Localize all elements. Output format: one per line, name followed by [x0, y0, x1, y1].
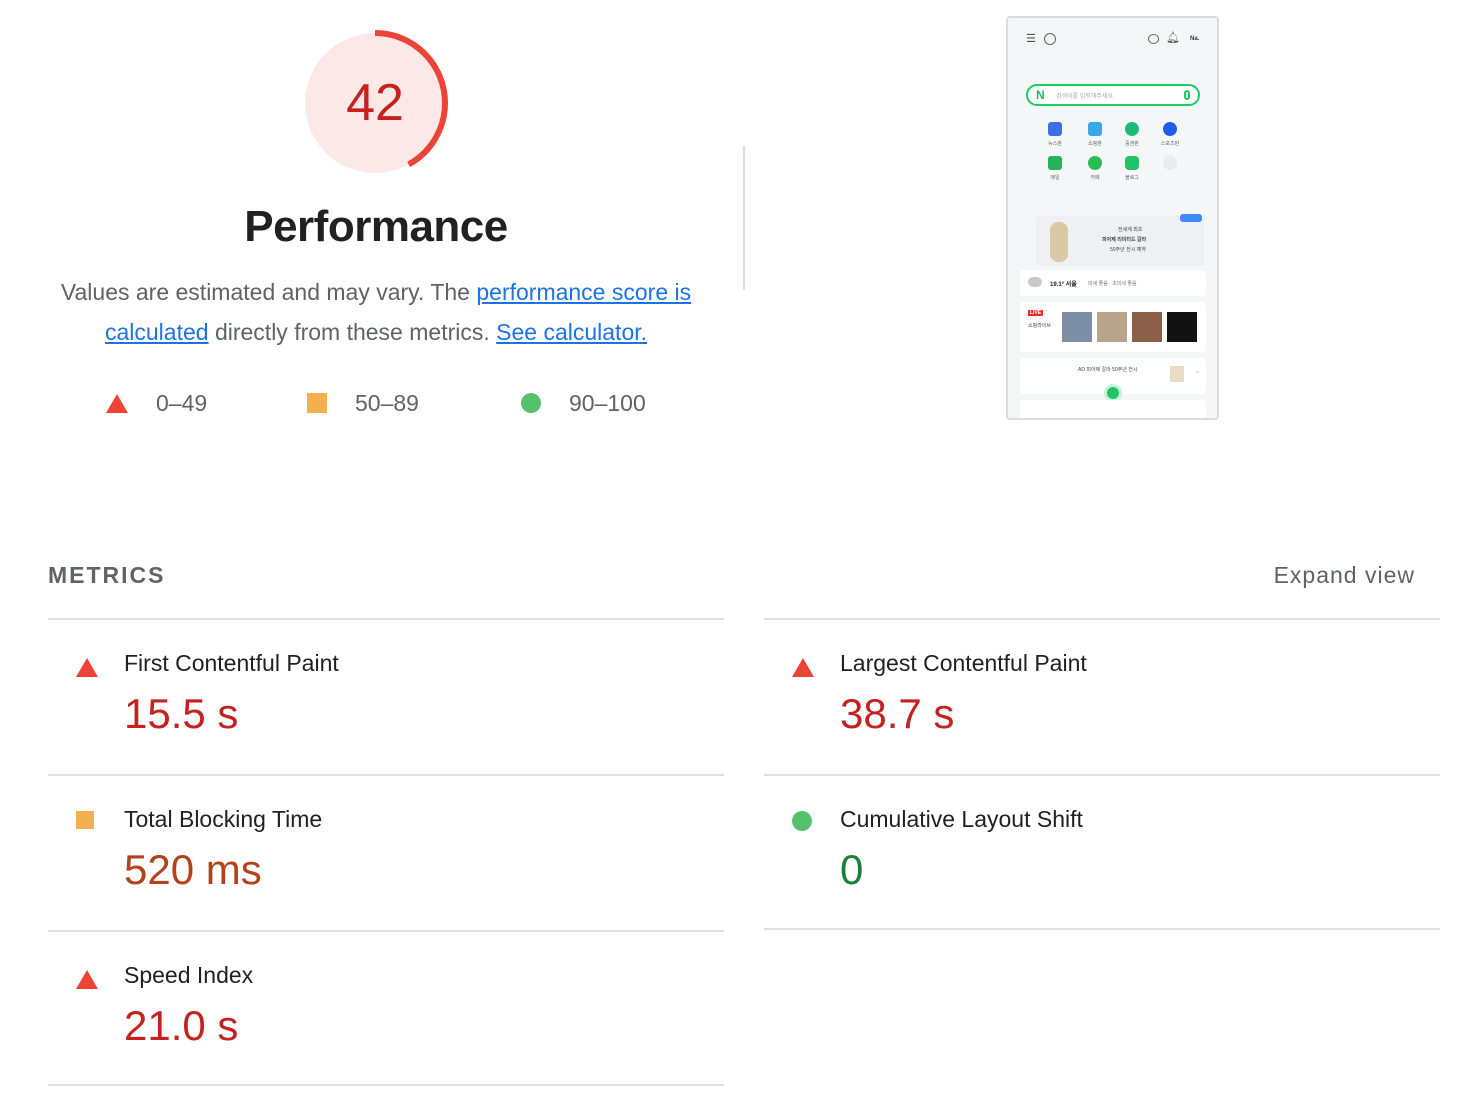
ad-close-icon: × [1196, 370, 1199, 376]
watch-image-icon [1050, 222, 1068, 262]
live-thumb-3 [1132, 312, 1162, 342]
expand-view-button[interactable]: Expand view [1274, 562, 1415, 589]
cloud-icon [1028, 277, 1042, 287]
score-gauge: 42 [300, 28, 450, 178]
sports-app-icon [1163, 122, 1177, 136]
fail-triangle-icon [76, 658, 98, 677]
legend-average: 50–89 [307, 388, 419, 418]
weather-detail: 미세 좋음 · 초미세 좋음 [1088, 281, 1137, 287]
cafe-app-icon [1088, 156, 1102, 170]
user-short: Na. [1190, 36, 1200, 42]
news-app-icon [1048, 122, 1062, 136]
metric-name: First Contentful Paint [124, 650, 339, 676]
metric-name: Largest Contentful Paint [840, 650, 1087, 676]
banner-line-3: 50주년 전시 예약 [1110, 247, 1146, 253]
metrics-divider [764, 928, 1440, 930]
app-label-6: 블로그 [1125, 175, 1139, 181]
live-thumb-2 [1097, 312, 1127, 342]
fail-triangle-icon [106, 393, 128, 413]
legend-fail: 0–49 [106, 388, 207, 418]
app-label-5: 카페 [1090, 175, 1100, 181]
banner-line-2: 피아제 리미티드 갈라 [1102, 237, 1147, 243]
description-text-2: directly from these metrics. [208, 319, 497, 345]
weather-temp: 19.1° 서울 [1050, 282, 1077, 288]
final-screenshot[interactable]: ☰ 🔔︎ Na. N 검색어를 입력해주세요. 뉴스판 쇼핑판 증권판 스포츠판… [1006, 16, 1219, 420]
vertical-divider [743, 146, 745, 290]
mail-app-icon [1048, 156, 1062, 170]
naver-logo: N [1036, 88, 1045, 102]
app-label-0: 뉴스판 [1048, 141, 1062, 147]
metric-value: 38.7 s [840, 690, 955, 737]
app-label-3: 스포츠판 [1160, 141, 1180, 147]
bell-icon: 🔔︎ [1166, 32, 1180, 44]
weather-card: 19.1° 서울 미세 좋음 · 초미세 좋음 [1020, 270, 1206, 296]
blog-app-icon [1125, 156, 1139, 170]
legend-pass-label: 90–100 [569, 389, 646, 416]
metric-name: Speed Index [124, 962, 254, 988]
metric-value: 15.5 s [124, 690, 239, 737]
metrics-title: METRICS [48, 562, 166, 588]
legend-fail-label: 0–49 [156, 389, 208, 416]
metrics-divider [48, 1084, 724, 1086]
category-description: Values are estimated and may vary. The p… [40, 272, 712, 352]
description-text-1: Values are estimated and may vary. The [60, 279, 477, 305]
metric-value: 21.0 s [124, 1002, 239, 1049]
screenshot-search-box: N 검색어를 입력해주세요. [1026, 84, 1200, 106]
ad-text: AD 피아제 갈라 50주년 전시 [1078, 367, 1138, 373]
app-label-2: 증권판 [1125, 141, 1139, 147]
fail-triangle-icon [76, 970, 98, 989]
see-calculator-link[interactable]: See calculator. [496, 319, 647, 345]
metrics-divider [48, 930, 724, 932]
screenshot-topbar: ☰ 🔔︎ Na. [1008, 18, 1217, 64]
metric-name: Total Blocking Time [124, 806, 323, 832]
ad-thumb [1170, 366, 1184, 382]
banner-line-1: 전세계 최초 [1118, 227, 1143, 233]
category-title: Performance [244, 202, 508, 251]
legend-average-label: 50–89 [355, 389, 419, 416]
metric-value: 0 [840, 846, 864, 893]
metrics-divider [48, 774, 724, 776]
play-badge [1180, 214, 1202, 222]
live-thumb-1 [1062, 312, 1092, 342]
metric-value: 520 ms [124, 846, 262, 893]
menu-icon: ☰ [1026, 33, 1036, 45]
live-badge: LIVE [1028, 310, 1044, 316]
talk-icon [1148, 34, 1159, 44]
more-apps-icon [1163, 156, 1177, 170]
fail-triangle-icon [792, 658, 814, 677]
search-placeholder: 검색어를 입력해주세요. [1056, 94, 1115, 100]
metrics-divider [48, 618, 724, 620]
average-square-icon [307, 393, 327, 413]
metric-name: Cumulative Layout Shift [840, 806, 1083, 832]
legend-pass: 90–100 [521, 388, 646, 418]
average-square-icon [76, 811, 94, 829]
next-card [1020, 400, 1206, 418]
score-value: 42 [346, 74, 404, 132]
pass-circle-icon [521, 393, 541, 413]
pay-icon [1044, 33, 1056, 45]
live-sub: 쇼핑라이브 [1028, 323, 1052, 329]
pass-circle-icon [792, 811, 812, 831]
app-label-1: 쇼핑판 [1088, 141, 1102, 147]
shopping-app-icon [1088, 122, 1102, 136]
metrics-divider [764, 618, 1440, 620]
mic-icon [1184, 90, 1190, 100]
app-label-4: 메일 [1050, 175, 1060, 181]
live-thumb-4 [1167, 312, 1197, 342]
metrics-divider [764, 774, 1440, 776]
stock-app-icon [1125, 122, 1139, 136]
